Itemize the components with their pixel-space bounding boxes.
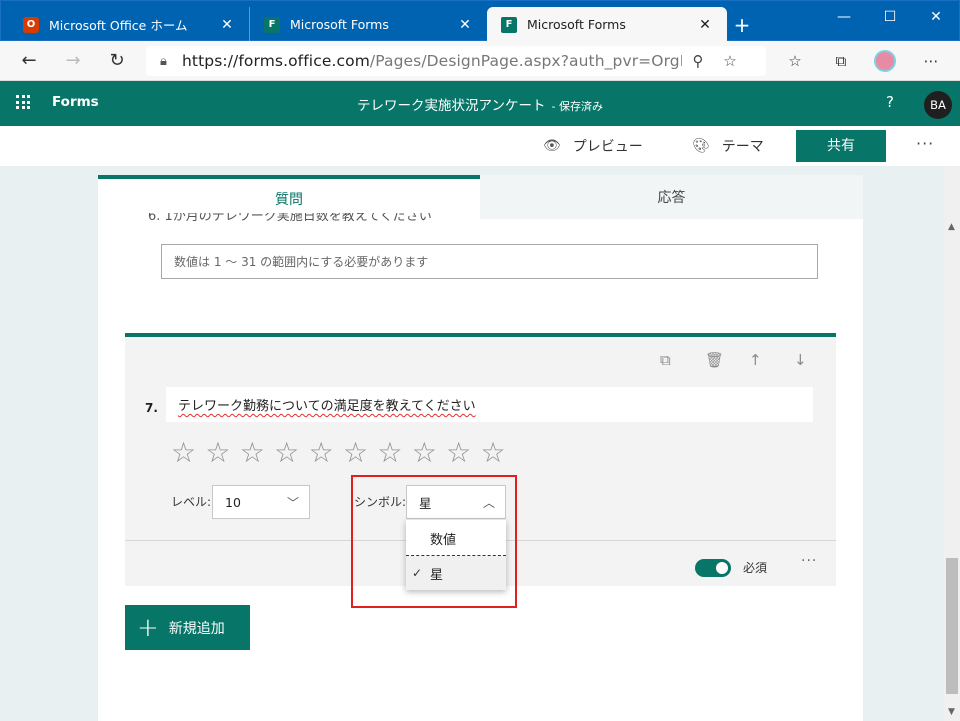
level-label: レベル: — [171, 495, 212, 509]
question-number: 7. — [145, 401, 158, 415]
star-icon: ☆ — [377, 436, 403, 469]
star-icon: ☆ — [171, 436, 197, 469]
forward-icon[interactable]: → — [60, 49, 86, 73]
star-icon: ☆ — [480, 436, 506, 469]
star-icon: ☆ — [274, 436, 300, 469]
tab-label: Microsoft Office ホーム — [49, 18, 188, 33]
close-icon[interactable]: ✕ — [457, 17, 473, 33]
url-text: https://forms.office.com/Pages/DesignPag… — [182, 52, 682, 70]
favorites-icon[interactable]: ☆ — [782, 49, 808, 73]
new-tab-icon[interactable]: + — [731, 13, 753, 37]
number-answer-input[interactable]: 数値は 1 ～ 31 の範囲内にする必要があります — [161, 244, 818, 279]
previous-question-title: 6. 1か月のテレワーク実施日数を教えてください — [148, 213, 432, 221]
required-toggle[interactable] — [695, 559, 731, 577]
browser-menu-icon[interactable]: ⋯ — [918, 49, 944, 73]
star-icon: ☆ — [239, 436, 265, 469]
refresh-icon[interactable]: ↻ — [104, 49, 130, 73]
maximize-icon[interactable]: ☐ — [867, 5, 913, 29]
chevron-down-icon: ﹀ — [286, 496, 299, 510]
minimize-icon[interactable]: — — [821, 5, 867, 29]
user-avatar[interactable]: BA — [924, 91, 952, 119]
scroll-down-icon[interactable]: ▼ — [948, 707, 955, 717]
eye-icon: 👁︎ — [543, 138, 561, 154]
close-icon[interactable]: ✕ — [697, 17, 713, 33]
command-bar: 👁︎ プレビュー 🎨︎ テーマ 共有 ··· — [0, 126, 960, 166]
help-icon[interactable]: ? — [886, 93, 894, 111]
move-up-icon[interactable]: ↑ — [749, 351, 762, 369]
question-more-icon[interactable]: ··· — [801, 553, 817, 569]
forms-icon: F — [264, 16, 280, 33]
browser-tab-forms-1[interactable]: F Microsoft Forms ✕ — [249, 7, 487, 42]
tab-responses[interactable]: 応答 — [480, 175, 863, 219]
window-close-icon[interactable]: ✕ — [913, 5, 959, 29]
question-title-input[interactable]: テレワーク勤務についての満足度を教えてください — [166, 387, 813, 422]
form-title: テレワーク実施状況アンケート - 保存済み — [357, 98, 603, 114]
vertical-scrollbar[interactable]: ▲ ▼ — [944, 166, 960, 721]
delete-icon[interactable]: 🗑︎ — [705, 351, 724, 369]
forms-icon: F — [501, 16, 517, 33]
rating-stars: ☆ ☆ ☆ ☆ ☆ ☆ ☆ ☆ ☆ ☆ — [171, 437, 515, 469]
tab-label: Microsoft Forms — [290, 17, 389, 32]
preview-button[interactable]: 👁︎ プレビュー — [543, 136, 643, 156]
scroll-thumb[interactable] — [946, 558, 958, 694]
annotation-highlight-box — [351, 475, 517, 608]
url-field[interactable]: 🔒︎ https://forms.office.com/Pages/Design… — [146, 46, 766, 76]
more-options-icon[interactable]: ··· — [916, 134, 934, 153]
address-bar: ← → ↻ 🔒︎ https://forms.office.com/Pages/… — [0, 41, 960, 81]
star-icon: ☆ — [342, 436, 369, 469]
star-icon: ☆ — [411, 436, 437, 469]
back-icon[interactable]: ← — [16, 49, 42, 73]
scroll-up-icon[interactable]: ▲ — [948, 222, 955, 232]
required-label: 必須 — [743, 561, 768, 575]
star-icon: ☆ — [205, 436, 231, 469]
forms-header: Forms テレワーク実施状況アンケート - 保存済み ? BA — [0, 81, 960, 126]
star-icon: ☆ — [308, 436, 334, 469]
move-down-icon[interactable]: ↓ — [794, 351, 807, 369]
browser-tab-forms-2[interactable]: F Microsoft Forms ✕ — [487, 7, 727, 42]
office-icon: O — [23, 16, 39, 33]
form-canvas: 質問 応答 6. 1か月のテレワーク実施日数を教えてください 数値は 1 ～ 3… — [0, 166, 944, 721]
collections-icon[interactable]: ⧉ — [828, 49, 854, 73]
lock-icon: 🔒︎ — [160, 53, 167, 69]
copy-icon[interactable]: ⧉ — [660, 351, 671, 369]
plus-icon: + — [137, 612, 159, 643]
browser-tab-office-home[interactable]: O Microsoft Office ホーム ✕ — [9, 7, 249, 42]
browser-profile-avatar[interactable] — [874, 50, 896, 72]
tab-label: Microsoft Forms — [527, 17, 626, 32]
palette-icon: 🎨︎ — [692, 138, 710, 154]
add-new-button[interactable]: + 新規追加 — [125, 605, 250, 650]
theme-button[interactable]: 🎨︎ テーマ — [692, 136, 764, 156]
favorite-star-icon[interactable]: ☆ — [714, 52, 746, 70]
star-icon: ☆ — [446, 436, 472, 469]
share-button[interactable]: 共有 — [796, 130, 886, 162]
close-icon[interactable]: ✕ — [219, 17, 235, 33]
form-card: 質問 応答 6. 1か月のテレワーク実施日数を教えてください 数値は 1 ～ 3… — [98, 175, 863, 721]
browser-titlebar: O Microsoft Office ホーム ✕ F Microsoft For… — [0, 0, 960, 42]
zoom-icon[interactable]: ⚲ — [682, 52, 714, 70]
level-select[interactable]: 10 ﹀ — [212, 485, 310, 519]
